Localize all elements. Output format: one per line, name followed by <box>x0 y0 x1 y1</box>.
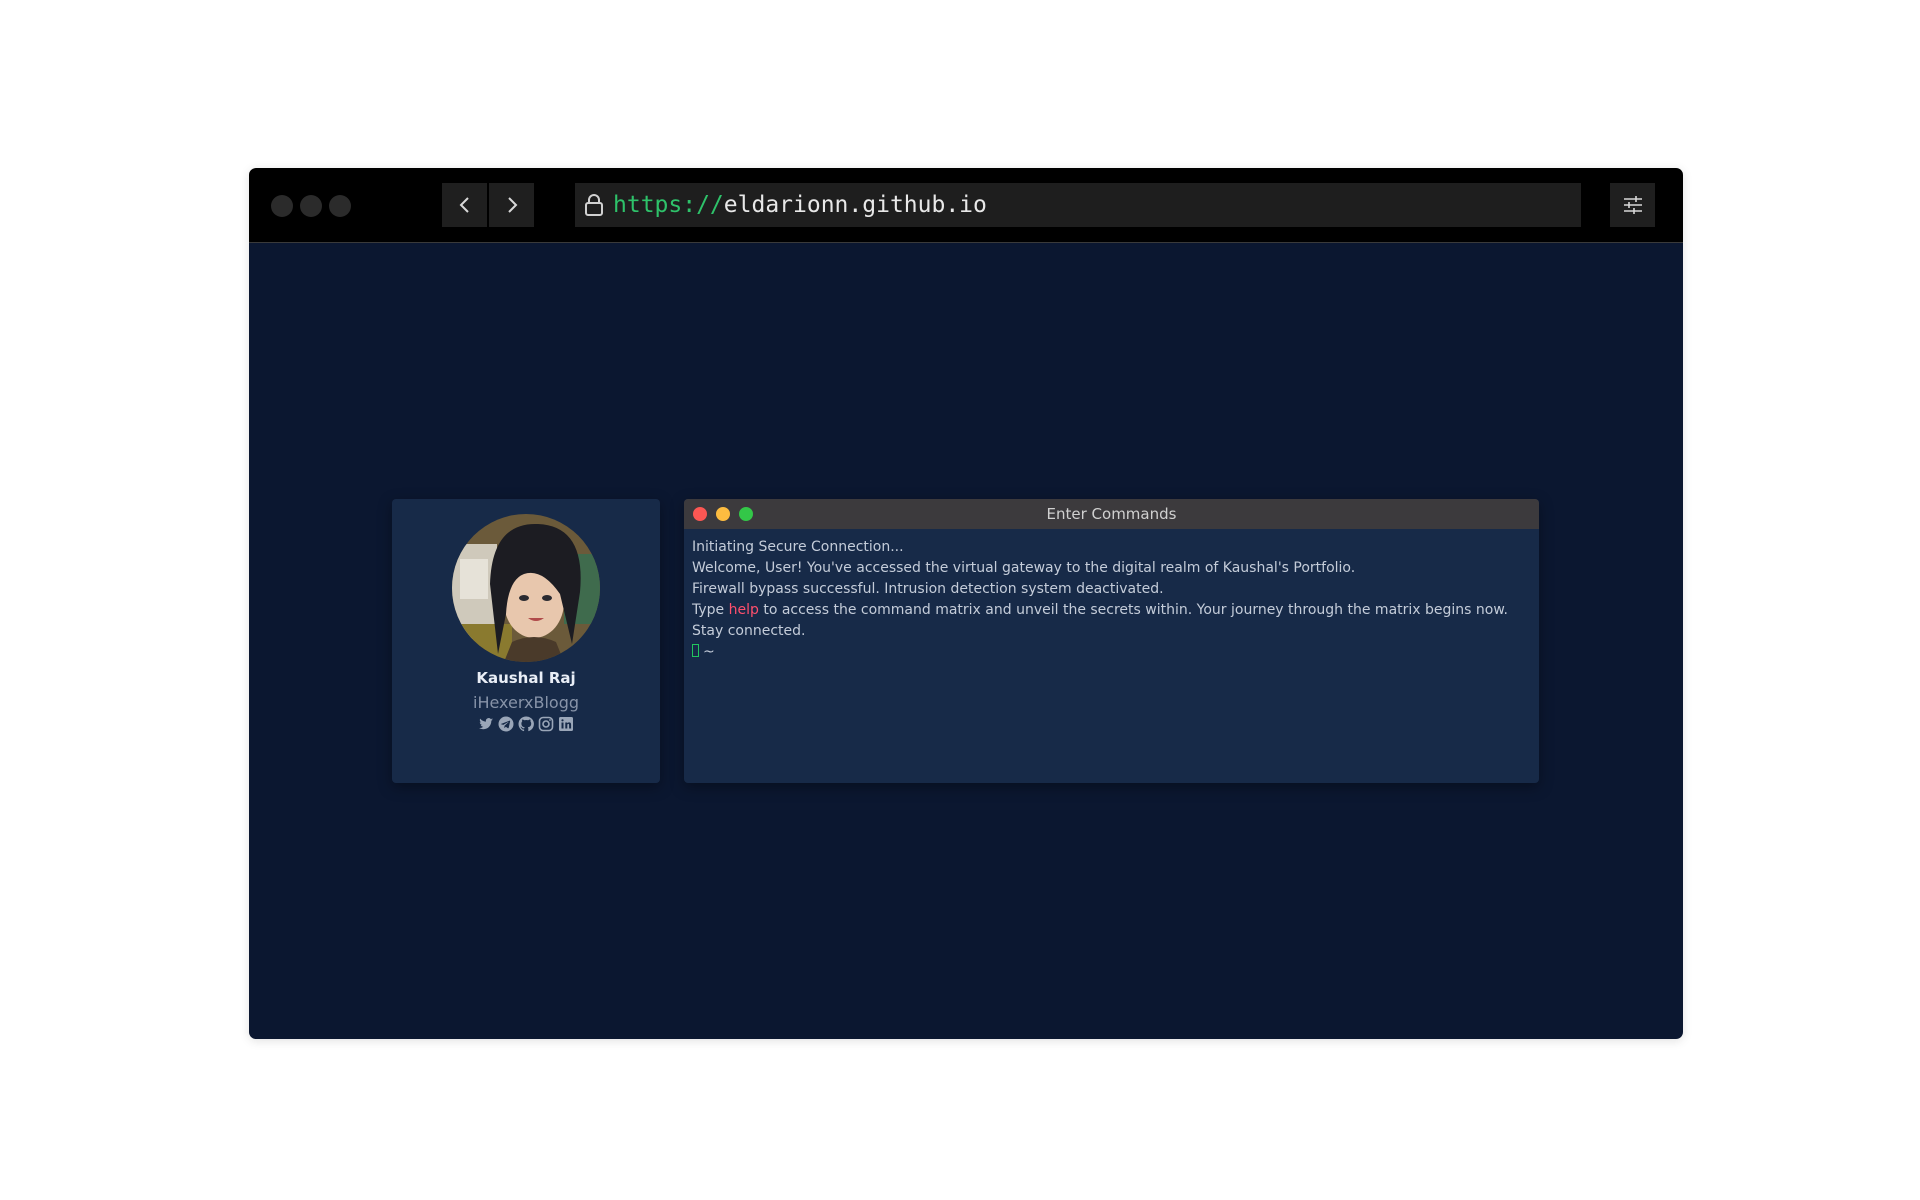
terminal-titlebar: Enter Commands <box>684 499 1539 529</box>
window-close-dot[interactable] <box>271 195 293 217</box>
url-scheme: https:// <box>613 192 724 218</box>
instagram-icon[interactable] <box>538 716 554 732</box>
terminal-minimize-button[interactable] <box>716 507 730 521</box>
browser-window: https://eldarionn.github.io Kaushal Raj … <box>249 168 1683 1039</box>
url-host: eldarionn.github.io <box>723 192 987 218</box>
forward-button[interactable] <box>489 183 534 227</box>
window-minimize-dot[interactable] <box>300 195 322 217</box>
terminal-output: Initiating Secure Connection... Welcome,… <box>692 537 1527 663</box>
window-maximize-dot[interactable] <box>329 195 351 217</box>
profile-card: Kaushal Raj iHexerxBlogg <box>392 499 660 783</box>
twitter-icon[interactable] <box>478 716 494 732</box>
terminal-line: Firewall bypass successful. Intrusion de… <box>692 581 1164 597</box>
linkedin-icon[interactable] <box>558 716 574 732</box>
profile-handle: iHexerxBlogg <box>473 693 579 712</box>
help-keyword: help <box>728 602 759 618</box>
terminal-title: Enter Commands <box>1046 505 1177 523</box>
browser-toolbar: https://eldarionn.github.io <box>249 168 1683 243</box>
terminal-window: Enter Commands Initiating Secure Connect… <box>684 499 1539 783</box>
prompt-symbol: ~ <box>703 644 715 660</box>
browser-menu-button[interactable] <box>1610 183 1655 227</box>
chevron-right-icon <box>507 197 517 213</box>
address-bar[interactable]: https://eldarionn.github.io <box>575 183 1581 227</box>
terminal-line: Welcome, User! You've accessed the virtu… <box>692 560 1356 576</box>
avatar-image <box>452 514 600 662</box>
profile-name: Kaushal Raj <box>476 669 576 687</box>
lock-icon <box>585 194 603 216</box>
page-viewport: Kaushal Raj iHexerxBlogg Enter Commands … <box>249 243 1683 1039</box>
avatar[interactable] <box>452 514 600 662</box>
telegram-icon[interactable] <box>498 716 514 732</box>
terminal-text: Type <box>692 602 729 618</box>
chevron-left-icon <box>459 197 469 213</box>
terminal-line: Initiating Secure Connection... <box>692 539 904 555</box>
terminal-close-button[interactable] <box>693 507 707 521</box>
terminal-maximize-button[interactable] <box>739 507 753 521</box>
prompt-marker-icon <box>692 644 699 657</box>
terminal-prompt: ~ <box>692 642 1527 663</box>
sliders-icon <box>1623 196 1642 214</box>
back-button[interactable] <box>442 183 487 227</box>
social-links <box>392 716 660 734</box>
terminal-line: Type help to access the command matrix a… <box>692 600 1527 642</box>
github-icon[interactable] <box>518 716 534 732</box>
command-input[interactable] <box>719 644 1320 660</box>
terminal-text: to access the command matrix and unveil … <box>692 602 1508 639</box>
